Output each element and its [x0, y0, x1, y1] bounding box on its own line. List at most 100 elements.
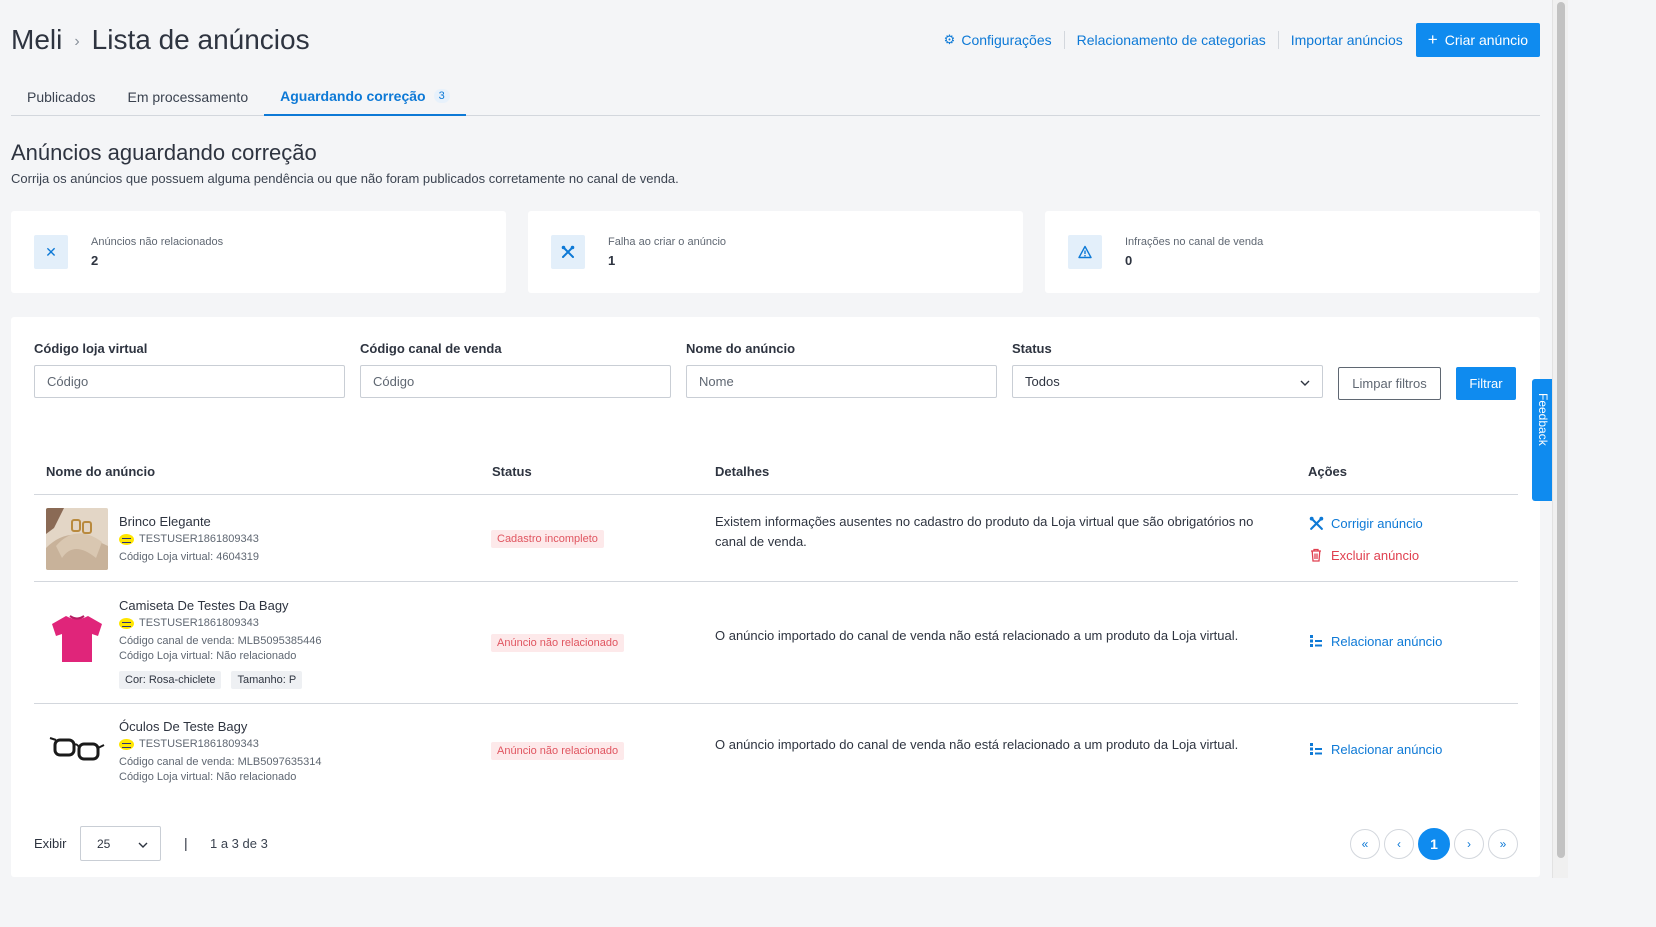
row-details: O anúncio importado do canal de venda nã… — [715, 628, 1239, 643]
page-title: Lista de anúncios — [91, 24, 310, 55]
create-ad-button[interactable]: + Criar anúncio — [1415, 23, 1540, 57]
prev-page-button[interactable]: ‹ — [1384, 829, 1414, 859]
first-page-button[interactable]: « — [1350, 829, 1380, 859]
breadcrumb-chevron-icon: › — [74, 33, 80, 50]
status-badge: Anúncio não relacionado — [491, 634, 625, 652]
pagination: « ‹ 1 › » — [1350, 828, 1518, 860]
status-select[interactable]: Todos — [1012, 365, 1323, 398]
relate-ad-button[interactable]: Relacionar anúncio — [1308, 633, 1442, 649]
filter-label: Código canal de venda — [360, 341, 502, 356]
seller-info: TESTUSER1861809343 — [119, 617, 259, 629]
warning-icon — [1068, 235, 1102, 269]
card-infractions[interactable]: Infrações no canal de venda 0 — [1045, 211, 1540, 293]
results-range: 1 a 3 de 3 — [210, 836, 268, 851]
filter-store-code: Código loja virtual Código — [34, 341, 345, 398]
column-header: Ações — [1308, 464, 1348, 479]
create-ad-label: Criar anúncio — [1444, 32, 1528, 48]
summary-cards: ✕ Anúncios não relacionados 2 Falha ao c… — [11, 211, 1540, 293]
delete-ad-button[interactable]: Excluir anúncio — [1308, 547, 1419, 563]
gear-icon: ⚙ — [943, 32, 956, 47]
hierarchy-icon — [1308, 741, 1324, 757]
filter-label: Nome do anúncio — [686, 341, 796, 356]
seller-id: TESTUSER1861809343 — [139, 533, 259, 545]
tab-awaiting-correction[interactable]: Aguardando correção 3 — [264, 78, 466, 116]
hierarchy-icon — [1308, 633, 1324, 649]
product-thumbnail — [46, 508, 108, 570]
store-code: Código Loja virtual: Não relacionado — [119, 771, 297, 783]
table-row: Brinco Elegante TESTUSER1861809343 Códig… — [34, 495, 1518, 582]
page-header: Meli › Lista de anúncios ⚙ Configurações… — [11, 20, 1540, 60]
relate-ad-label: Relacionar anúncio — [1331, 741, 1443, 757]
import-ads-label: Importar anúncios — [1290, 32, 1403, 48]
tab-bar: Publicados Em processamento Aguardando c… — [11, 78, 1540, 116]
last-page-button[interactable]: » — [1488, 829, 1518, 859]
mercado-libre-icon — [119, 533, 134, 545]
page-size-select[interactable]: 25 — [80, 826, 161, 861]
card-unrelated[interactable]: ✕ Anúncios não relacionados 2 — [11, 211, 506, 293]
channel-code: Código canal de venda: MLB5095385446 — [119, 635, 322, 647]
seller-id: TESTUSER1861809343 — [139, 738, 259, 750]
filter-channel-code: Código canal de venda Código — [360, 341, 671, 398]
status-badge: Cadastro incompleto — [491, 530, 604, 548]
tab-processing[interactable]: Em processamento — [112, 78, 265, 116]
variant-tag: Tamanho: P — [231, 671, 303, 689]
category-relationship-label: Relacionamento de categorias — [1076, 32, 1266, 48]
store-code-input[interactable]: Código — [34, 365, 345, 398]
next-page-button[interactable]: › — [1454, 829, 1484, 859]
filter-name: Nome do anúncio Nome — [686, 341, 997, 398]
tab-count-badge: 3 — [433, 89, 450, 103]
table-row: Óculos De Teste Bagy TESTUSER1861809343 … — [34, 704, 1518, 803]
column-header: Nome do anúncio — [46, 464, 156, 479]
mercado-libre-icon — [119, 738, 134, 750]
tab-label: Publicados — [27, 89, 96, 105]
breadcrumb-root[interactable]: Meli — [11, 24, 62, 56]
store-code: Código Loja virtual: 4604319 — [119, 551, 260, 563]
chevron-down-icon — [138, 837, 148, 851]
filter-status: Status Todos — [1012, 341, 1323, 398]
footer-divider: | — [184, 835, 188, 851]
card-value: 1 — [608, 253, 616, 268]
scrollbar-thumb[interactable] — [1557, 2, 1565, 858]
tab-published[interactable]: Publicados — [11, 78, 112, 116]
chevron-down-icon — [1300, 374, 1310, 389]
store-code: Código Loja virtual: Não relacionado — [119, 650, 297, 662]
ads-panel: Código loja virtual Código Código canal … — [11, 317, 1540, 877]
clear-filters-button[interactable]: Limpar filtros — [1338, 367, 1441, 400]
seller-info: TESTUSER1861809343 — [119, 533, 259, 545]
column-header: Status — [492, 464, 532, 479]
filter-label: Status — [1012, 341, 1052, 356]
relate-ad-button[interactable]: Relacionar anúncio — [1308, 741, 1442, 757]
import-ads-link[interactable]: Importar anúncios — [1279, 32, 1415, 48]
card-value: 0 — [1125, 253, 1133, 268]
card-value: 2 — [91, 253, 99, 268]
ad-name-input[interactable]: Nome — [686, 365, 997, 398]
product-name: Brinco Elegante — [119, 514, 211, 529]
product-thumbnail — [46, 606, 108, 668]
variant-tag: Cor: Rosa-chiclete — [119, 671, 222, 689]
status-select-value: Todos — [1025, 374, 1060, 389]
channel-code-input[interactable]: Código — [360, 365, 671, 398]
scrollbar[interactable] — [1552, 0, 1568, 878]
section-title: Anúncios aguardando correção — [11, 140, 317, 165]
filter-button[interactable]: Filtrar — [1456, 367, 1516, 400]
settings-link-label: Configurações — [961, 32, 1052, 48]
relate-ad-label: Relacionar anúncio — [1331, 633, 1443, 649]
product-thumbnail — [46, 720, 108, 782]
variant-tags: Cor: Rosa-chiclete Tamanho: P — [119, 671, 303, 689]
table-footer: Exibir 25 | 1 a 3 de 3 « ‹ 1 › » — [34, 825, 1518, 861]
table-header: Nome do anúncio Status Detalhes Ações — [34, 452, 1518, 495]
tab-label: Aguardando correção — [280, 88, 426, 104]
seller-info: TESTUSER1861809343 — [119, 738, 259, 750]
card-creation-failed[interactable]: Falha ao criar o anúncio 1 — [528, 211, 1023, 293]
breadcrumb: Meli › Lista de anúncios — [11, 24, 310, 56]
settings-link[interactable]: ⚙ Configurações — [932, 32, 1064, 48]
mercado-libre-icon — [119, 617, 134, 629]
fix-ad-button[interactable]: Corrigir anúncio — [1308, 515, 1423, 531]
row-details: O anúncio importado do canal de venda nã… — [715, 737, 1239, 752]
page-1-button[interactable]: 1 — [1418, 828, 1450, 860]
table-row: Camiseta De Testes Da Bagy TESTUSER18618… — [34, 582, 1518, 704]
category-relationship-link[interactable]: Relacionamento de categorias — [1065, 32, 1278, 48]
feedback-tab[interactable]: Feedback — [1532, 379, 1552, 501]
product-name: Camiseta De Testes Da Bagy — [119, 598, 289, 613]
tools-icon — [1308, 515, 1324, 531]
